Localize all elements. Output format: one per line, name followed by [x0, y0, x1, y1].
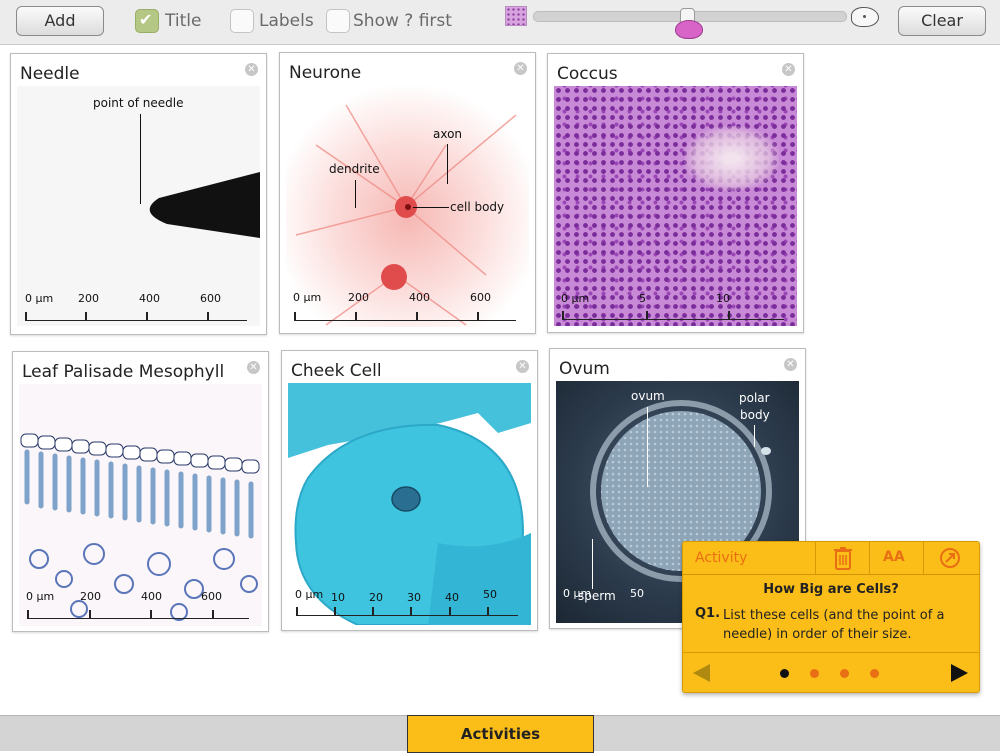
labels-checkbox[interactable]: [230, 9, 254, 33]
card-title: Ovum: [559, 359, 610, 379]
activity-tab-label: Activity: [695, 550, 748, 566]
card-title: Cheek Cell: [291, 361, 382, 381]
card-cheek-cell[interactable]: Cheek Cell ✕ 0 µm 10 20 30 40 50: [281, 350, 538, 631]
cell-blob-icon: [675, 20, 703, 39]
close-icon[interactable]: ✕: [516, 360, 529, 373]
card-title: Coccus: [557, 64, 618, 84]
card-neurone[interactable]: Neurone ✕ axon dendrite cell body 0 µm 2…: [279, 52, 536, 334]
scale-label: 600: [470, 291, 491, 304]
scale-label: 0 µm: [563, 587, 592, 600]
annotation-point-of-needle: point of needle: [93, 96, 184, 110]
scale-label: 0 µm: [561, 292, 590, 305]
activities-tab[interactable]: Activities: [407, 715, 594, 753]
page-dot[interactable]: [810, 669, 819, 678]
needle-drawing: [149, 172, 260, 238]
close-icon[interactable]: ✕: [514, 62, 527, 75]
add-button[interactable]: Add: [16, 6, 104, 36]
card-leaf-palisade[interactable]: Leaf Palisade Mesophyll ✕ 0 µm 200 400 6…: [12, 351, 269, 632]
scale-label: 400: [139, 292, 160, 305]
small-cells-icon: [505, 6, 527, 26]
card-title: Leaf Palisade Mesophyll: [22, 362, 225, 382]
activity-panel-header: Activity AA: [683, 542, 979, 575]
toolbar: Add Title Labels Show ? first Clear: [0, 0, 1000, 45]
previous-arrow-icon[interactable]: [693, 664, 710, 682]
clear-button[interactable]: Clear: [898, 6, 986, 36]
scale-label: 0 µm: [25, 292, 54, 305]
scale-label: 0 µm: [293, 291, 322, 304]
scale-label: 20: [369, 591, 383, 604]
annotation-body: body: [740, 408, 770, 422]
activity-panel: Activity AA How Big are Cells? Q1. List …: [682, 541, 980, 693]
annotation-cell-body: cell body: [450, 200, 505, 214]
scale-label: 50: [483, 588, 497, 601]
question-text: List these cells (and the point of a nee…: [723, 608, 945, 642]
annotation-polar: polar: [739, 391, 770, 405]
activity-heading: How Big are Cells?: [763, 582, 899, 597]
scale-label: 400: [141, 590, 162, 603]
leader-line: [647, 407, 648, 487]
scale-label: 400: [409, 291, 430, 304]
scale-label: 200: [78, 292, 99, 305]
next-arrow-icon[interactable]: [951, 664, 968, 682]
scale-label: 5: [639, 292, 646, 305]
scale-label: 10: [716, 292, 730, 305]
scale-label: 50: [630, 587, 644, 600]
leader-line: [355, 180, 356, 208]
annotation-dendrite: dendrite: [329, 162, 380, 176]
scale-label: 600: [200, 292, 221, 305]
scale-label: 40: [445, 591, 459, 604]
card-title: Neurone: [289, 63, 362, 83]
leader-line: [754, 425, 755, 447]
card-title: Needle: [20, 64, 80, 84]
coccus-image: [554, 86, 797, 326]
question-number: Q1.: [695, 606, 721, 621]
share-icon[interactable]: [939, 547, 961, 569]
annotation-axon: axon: [433, 127, 463, 141]
leader-line: [140, 114, 141, 204]
scale-label: 30: [407, 591, 421, 604]
leader-line: [447, 144, 448, 184]
show-first-checkbox-label: Show ? first: [353, 11, 452, 31]
scale-label: 10: [331, 591, 345, 604]
large-cell-icon: [851, 7, 879, 27]
bottom-bar: Activities: [0, 715, 1000, 753]
scale-label: 600: [201, 590, 222, 603]
scale-label: 0 µm: [295, 588, 324, 601]
close-icon[interactable]: ✕: [245, 63, 258, 76]
title-checkbox-label: Title: [165, 11, 202, 31]
card-coccus[interactable]: Coccus ✕ 0 µm 5 10: [547, 53, 804, 333]
page-dot[interactable]: [870, 669, 879, 678]
leader-line: [413, 207, 449, 208]
scale-label: 200: [348, 291, 369, 304]
card-needle[interactable]: Needle ✕ point of needle 0 µm 200 400 60…: [10, 53, 267, 335]
font-size-button[interactable]: AA: [883, 549, 905, 565]
title-checkbox[interactable]: [135, 9, 159, 33]
annotation-ovum: ovum: [631, 389, 665, 403]
page-dot[interactable]: [840, 669, 849, 678]
page-dot[interactable]: [780, 669, 789, 678]
close-icon[interactable]: ✕: [784, 358, 797, 371]
scale-label: 200: [80, 590, 101, 603]
needle-image: [17, 86, 260, 326]
scale-label: 0 µm: [26, 590, 55, 603]
leader-line: [592, 539, 593, 589]
show-first-checkbox[interactable]: [326, 9, 350, 33]
trash-icon[interactable]: [833, 546, 853, 570]
close-icon[interactable]: ✕: [782, 63, 795, 76]
close-icon[interactable]: ✕: [247, 361, 260, 374]
scale-bar: [562, 299, 784, 320]
labels-checkbox-label: Labels: [259, 11, 314, 31]
